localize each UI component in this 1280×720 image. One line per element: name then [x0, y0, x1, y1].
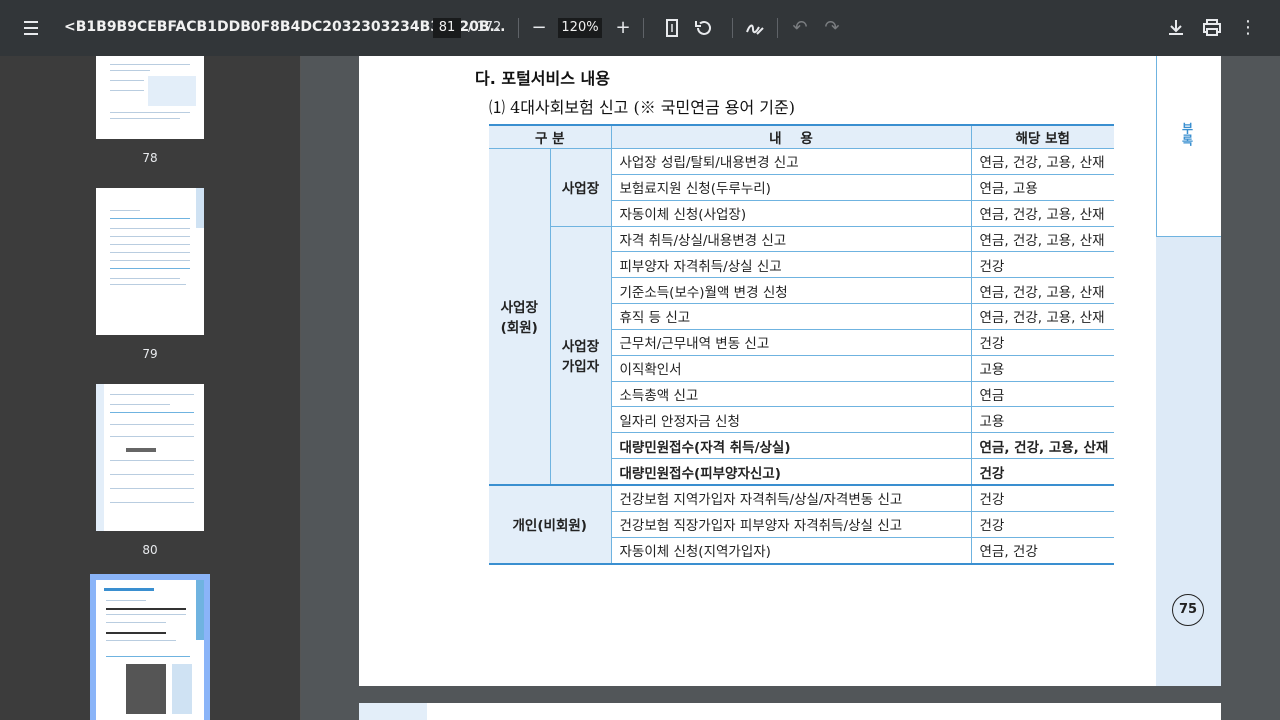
table-row: 개인(비회원) 건강보험 지역가입자 자격취득/상실/자격변동 신고 건강 [489, 483, 1114, 565]
cell-insurance: 연금, 건강 [970, 536, 1114, 565]
cell-insurance: 건강 [970, 458, 1114, 486]
print-icon[interactable] [1200, 16, 1224, 40]
cell-content: 사업장 성립/탈퇴/내용변경 신고 [610, 148, 972, 175]
zoom-input[interactable]: 120% [558, 18, 602, 38]
cell-content: 피부양자 자격취득/상실 신고 [611, 251, 972, 279]
side-tab-label: 부록 [1180, 122, 1194, 146]
cell-insurance: 고용 [970, 406, 1114, 434]
cell-insurance: 연금, 건강, 고용, 산재 [970, 432, 1114, 460]
cell-content: 이직확인서 [611, 354, 972, 382]
zoom-in-icon[interactable]: + [611, 16, 635, 40]
thumbnail-sidebar: 78 79 80 [0, 56, 300, 720]
section-subheading: ⑴ 4대사회보험 신고 (※ 국민연금 용어 기준) [489, 98, 795, 117]
pdf-page: 부록 다. 포털서비스 내용 ⑴ 4대사회보험 신고 (※ 국민연금 용어 기준… [359, 56, 1221, 686]
cell-insurance: 연금, 고용 [970, 173, 1114, 201]
fit-page-icon[interactable] [660, 16, 684, 40]
cell-insurance: 연금, 건강, 고용, 산재 [970, 199, 1114, 227]
annotate-icon[interactable] [743, 16, 767, 40]
section-heading: 다. 포털서비스 내용 [475, 69, 610, 88]
cell-content: 대량민원접수(피부양자신고) [611, 458, 972, 486]
thumbnail-page-81[interactable] [96, 580, 204, 720]
cell-content: 자동이체 신청(지역가입자) [611, 536, 972, 565]
cell-insurance: 건강 [970, 328, 1114, 356]
cell-insurance: 연금, 건강, 고용, 산재 [970, 225, 1114, 253]
toolbar-divider [643, 18, 644, 38]
side-tab-box: 부록 [1156, 56, 1221, 237]
cell-insurance: 건강 [970, 251, 1114, 279]
cell-insurance: 건강 [970, 483, 1114, 512]
cell-insurance: 연금, 건강, 고용, 산재 [970, 148, 1114, 175]
group-workplace: 사업장 [549, 148, 612, 227]
table-row: 사업장 가입자 자격 취득/상실/내용변경 신고 연금, 건강, 고용, 산재 [489, 225, 1114, 486]
toolbar-divider [777, 18, 778, 38]
thumbnail-page-79[interactable] [96, 188, 204, 335]
thumbnail-label: 78 [142, 151, 158, 165]
total-pages: / 172 [468, 20, 502, 35]
thumbnail-label: 79 [142, 347, 158, 361]
cell-content: 근무처/근무내역 변동 신고 [611, 328, 972, 356]
page-number-input[interactable]: 81 [433, 18, 461, 38]
toolbar-divider [518, 18, 519, 38]
pdf-toolbar: <B1B9B9CEBFACB1DDB0F8B4DC2032303234B3E22… [0, 0, 1280, 56]
cell-content: 자격 취득/상실/내용변경 신고 [610, 225, 972, 253]
cell-content: 휴직 등 신고 [611, 303, 972, 330]
cell-content: 자동이체 신청(사업장) [611, 199, 972, 227]
next-pdf-page [359, 703, 1221, 720]
redo-icon[interactable]: ↷ [820, 16, 844, 40]
more-icon[interactable]: ⋮ [1236, 16, 1260, 40]
cell-content: 건강보험 지역가입자 자격취득/상실/자격변동 신고 [610, 483, 972, 512]
cell-content: 소득총액 신고 [611, 380, 972, 408]
group-member: 사업장 (회원) [489, 147, 551, 486]
cell-insurance: 연금, 건강, 고용, 산재 [970, 277, 1114, 305]
header-content: 내 용 [610, 124, 972, 149]
cell-insurance: 고용 [970, 354, 1114, 382]
table-header-row: 구 분 내 용 해당 보험 [489, 124, 1114, 149]
next-page-side-band [359, 703, 427, 720]
page-number-badge: 75 [1172, 594, 1204, 626]
header-insurance: 해당 보험 [970, 124, 1114, 149]
cell-content: 건강보험 직장가입자 피부양자 자격취득/상실 신고 [611, 510, 972, 538]
undo-icon[interactable]: ↶ [788, 16, 812, 40]
cell-insurance: 연금, 건강, 고용, 산재 [970, 303, 1114, 330]
group-individual: 개인(비회원) [489, 483, 612, 565]
cell-content: 기준소득(보수)월액 변경 신청 [611, 277, 972, 305]
menu-icon[interactable] [18, 16, 46, 40]
insurance-table: 구 분 내 용 해당 보험 사업장 (회원) 사업장 사업장 성립/탈퇴/내용변… [489, 124, 1114, 565]
thumbnail-page-80[interactable] [96, 384, 204, 531]
toolbar-divider [732, 18, 733, 38]
thumbnail-page-78[interactable] [96, 56, 204, 139]
rotate-icon[interactable] [692, 16, 716, 40]
cell-insurance: 연금 [970, 380, 1114, 408]
zoom-out-icon[interactable]: − [527, 16, 551, 40]
cell-content: 보험료지원 신청(두루누리) [611, 173, 972, 201]
cell-insurance: 건강 [970, 510, 1114, 538]
cell-content: 일자리 안정자금 신청 [611, 406, 972, 434]
group-subscriber: 사업장 가입자 [550, 225, 612, 486]
pdf-viewer[interactable]: 부록 다. 포털서비스 내용 ⑴ 4대사회보험 신고 (※ 국민연금 용어 기준… [301, 56, 1280, 720]
download-icon[interactable] [1164, 16, 1188, 40]
table-row: 사업장 (회원) 사업장 사업장 성립/탈퇴/내용변경 신고 연금, 건강, 고… [489, 147, 1114, 486]
thumbnail-label: 80 [142, 543, 158, 557]
header-category: 구 분 [489, 124, 612, 149]
cell-content: 대량민원접수(자격 취득/상실) [611, 432, 972, 460]
